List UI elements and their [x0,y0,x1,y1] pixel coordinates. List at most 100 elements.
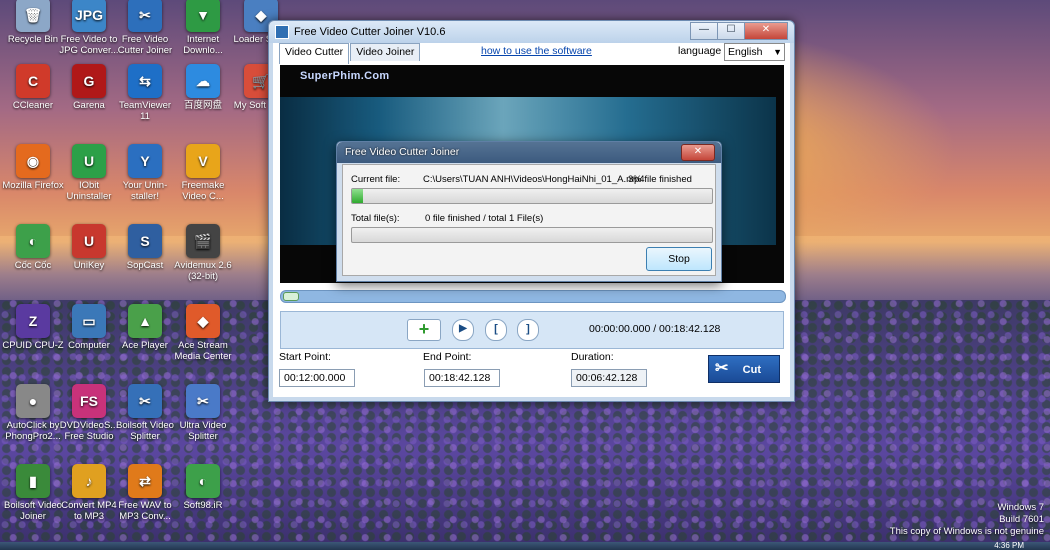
desktop-icon[interactable]: U IObit Uninstaller [58,144,120,202]
taskbar-clock[interactable]: 4:36 PM [994,542,1024,550]
desktop-icon-label: CPUID CPU-Z [2,340,64,351]
minimize-button[interactable]: — [690,22,718,40]
window-title: Free Video Cutter Joiner V10.6 [294,26,446,38]
desktop-icon-label: Avidemux 2.6 (32-bit) [174,260,232,282]
desktop-icon[interactable]: ✂ Boilsoft Video Splitter [114,384,176,442]
desktop-icon[interactable]: ▮ Boilsoft Video Joiner [2,464,64,522]
mark-out-button[interactable]: ] [517,319,539,341]
desktop-icon[interactable]: ● AutoClick by PhongPro2... [2,384,64,442]
desktop-icon[interactable]: C CCleaner [2,64,64,111]
app-shortcut-icon: JPG [72,0,106,32]
play-button[interactable]: ▶ [452,319,474,341]
app-shortcut-icon: ✂ [186,384,220,418]
desktop-icon-label: Free WAV to MP3 Conv... [118,500,172,522]
desktop-icon-label: CCleaner [12,100,54,111]
desktop-icon[interactable]: ◐ Soft98.iR [172,464,234,511]
desktop-icon[interactable]: ⇆ TeamViewer 11 [114,64,176,122]
os-name: Windows 7 [997,502,1044,513]
app-shortcut-icon: ▲ [128,304,162,338]
windows-genuine-notice: Windows 7 Build 7601 This copy of Window… [890,502,1044,538]
desktop-icon[interactable]: ◐ Cốc Cốc [2,224,64,271]
genuine-warning: This copy of Windows is not genuine [889,526,1044,537]
desktop-icon[interactable]: ✂ Free Video Cutter Joiner [114,0,176,56]
desktop-icon-label: IObit Uninstaller [66,180,112,202]
desktop-icon[interactable]: ▭ Computer [58,304,120,351]
total-progress [351,227,713,243]
desktop-icon[interactable]: U UniKey [58,224,120,271]
app-shortcut-icon: FS [72,384,106,418]
title-bar[interactable]: Free Video Cutter Joiner V10.6 — ☐ ✕ [269,21,794,43]
duration-label: Duration: [571,351,614,363]
desktop-icon-label: Internet Downlo... [183,34,223,56]
dialog-title[interactable]: Free Video Cutter Joiner [337,142,721,163]
app-shortcut-icon: 🗑 [16,0,50,32]
desktop-icon[interactable]: ✂ Ultra Video Splitter [172,384,234,442]
desktop-icon-label: Boilsoft Video Joiner [4,500,62,522]
desktop-icon-label: Ultra Video Splitter [179,420,227,442]
cut-button-label: Cut [742,364,761,376]
desktop-icon[interactable]: 🗑 Recycle Bin [2,0,64,45]
os-build: Build 7601 [999,514,1044,525]
desktop-icon[interactable]: ♪ Convert MP4 to MP3 [58,464,120,522]
desktop-icon[interactable]: ▼ Internet Downlo... [172,0,234,56]
stop-button[interactable]: Stop [646,247,712,271]
app-shortcut-icon: C [16,64,50,98]
desktop-icon[interactable]: ▲ Ace Player [114,304,176,351]
language-select[interactable]: English ▼ [724,43,785,61]
desktop-icon[interactable]: ◉ Mozilla Firefox [2,144,64,191]
tab-video-joiner[interactable]: Video Joiner [350,43,421,61]
desktop-icon[interactable]: FS DVDVideoS... Free Studio [58,384,120,442]
desktop-icon[interactable]: 🎬 Avidemux 2.6 (32-bit) [172,224,234,282]
app-shortcut-icon: ♪ [72,464,106,498]
app-shortcut-icon: ● [16,384,50,418]
desktop-icon-label: Recycle Bin [7,34,59,45]
desktop-icon[interactable]: JPG Free Video to JPG Conver... [58,0,120,56]
end-point-field[interactable]: 00:18:42.128 [424,369,500,387]
desktop-icon-label: SopCast [126,260,164,271]
desktop-icon[interactable]: ☁ 百度网盘 [172,64,234,111]
app-shortcut-icon: U [72,144,106,178]
add-file-button[interactable]: + [407,319,441,341]
desktop-icon-label: UniKey [73,260,105,271]
app-shortcut-icon: ▮ [16,464,50,498]
dialog-body: Current file: C:\Users\TUAN ANH\Videos\H… [342,164,716,276]
start-point-field[interactable]: 00:12:00.000 [279,369,355,387]
taskbar[interactable]: 4:36 PM [0,542,1050,550]
mark-in-button[interactable]: [ [485,319,507,341]
desktop-icon-label: Your Unin-staller! [122,180,168,202]
desktop-icon[interactable]: ◆ Ace Stream Media Center [172,304,234,362]
current-file-label: Current file: [351,174,401,185]
app-shortcut-icon: Z [16,304,50,338]
howto-link[interactable]: how to use the software [481,45,592,57]
seek-bar[interactable] [280,290,786,303]
desktop-icon[interactable]: V Freemake Video C... [172,144,234,202]
desktop-icon-label: Soft98.iR [183,500,223,511]
desktop-icon-label: 百度网盘 [183,100,222,111]
desktop-icon[interactable]: G Garena [58,64,120,111]
close-button[interactable]: ✕ [744,22,788,40]
app-shortcut-icon: ◐ [16,224,50,258]
app-shortcut-icon: ◉ [16,144,50,178]
desktop-icon-label: Mozilla Firefox [2,180,64,191]
desktop-icon[interactable]: ⇄ Free WAV to MP3 Conv... [114,464,176,522]
desktop-icon[interactable]: Y Your Unin-staller! [114,144,176,202]
app-shortcut-icon: G [72,64,106,98]
app-shortcut-icon: ◐ [186,464,220,498]
current-file-status: 3% file finished [628,174,692,185]
desktop-icon-label: Convert MP4 to MP3 [61,500,117,522]
app-shortcut-icon: Y [128,144,162,178]
seek-handle[interactable] [283,292,299,301]
progress-dialog: Free Video Cutter Joiner ✕ Current file:… [336,141,722,282]
chevron-down-icon: ▼ [773,47,782,57]
app-shortcut-icon: ⇆ [128,64,162,98]
app-icon [275,25,289,39]
cut-button[interactable]: ✂ Cut [708,355,780,383]
app-shortcut-icon: ✂ [128,0,162,32]
desktop-icon[interactable]: S SopCast [114,224,176,271]
dialog-close-button[interactable]: ✕ [681,144,715,161]
maximize-button[interactable]: ☐ [717,22,745,40]
tab-video-cutter[interactable]: Video Cutter [279,43,350,64]
current-progress-fill [352,189,363,203]
desktop-icon-label: Freemake Video C... [181,180,225,202]
desktop-icon[interactable]: Z CPUID CPU-Z [2,304,64,351]
